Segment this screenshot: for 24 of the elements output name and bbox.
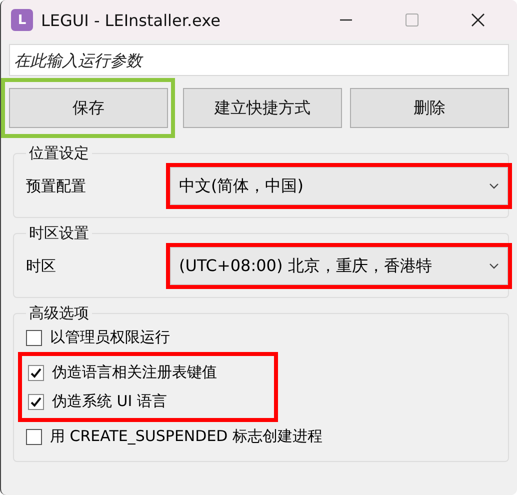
- field-label: 预置配置: [26, 176, 87, 196]
- close-icon[interactable]: [470, 12, 486, 28]
- chevron-icon: [489, 183, 499, 189]
- group-title: 高级选项: [28, 304, 90, 323]
- checkbox[interactable]: [26, 428, 42, 444]
- args-field[interactable]: 在此输入运行参数: [9, 44, 509, 76]
- action-button[interactable]: 删除: [350, 88, 509, 128]
- window-title: LEGUI - LEInstaller.exe: [41, 10, 220, 30]
- checkbox-label: 伪造语言相关注册表键值: [52, 363, 217, 382]
- action-button[interactable]: 建立快捷方式: [183, 88, 342, 128]
- app-icon: L: [11, 9, 33, 31]
- group-title: 位置设定: [28, 144, 90, 163]
- checkbox[interactable]: [28, 364, 44, 380]
- group-title: 时区设置: [28, 224, 90, 243]
- dropdown[interactable]: 中文(简体，中国): [170, 167, 508, 205]
- checkbox-label: 伪造系统 UI 语言: [52, 392, 167, 411]
- checkbox-label: 用 CREATE_SUSPENDED 标志创建进程: [50, 427, 322, 446]
- action-button[interactable]: 保存: [9, 88, 168, 128]
- dropdown[interactable]: (UTC+08:00) 北京，重庆，香港特: [170, 247, 508, 285]
- checkbox[interactable]: [28, 394, 44, 410]
- field-label: 时区: [26, 256, 57, 276]
- checkbox-label: 以管理员权限运行: [50, 328, 170, 347]
- checkbox[interactable]: [26, 330, 42, 346]
- chevron-icon: [489, 263, 499, 269]
